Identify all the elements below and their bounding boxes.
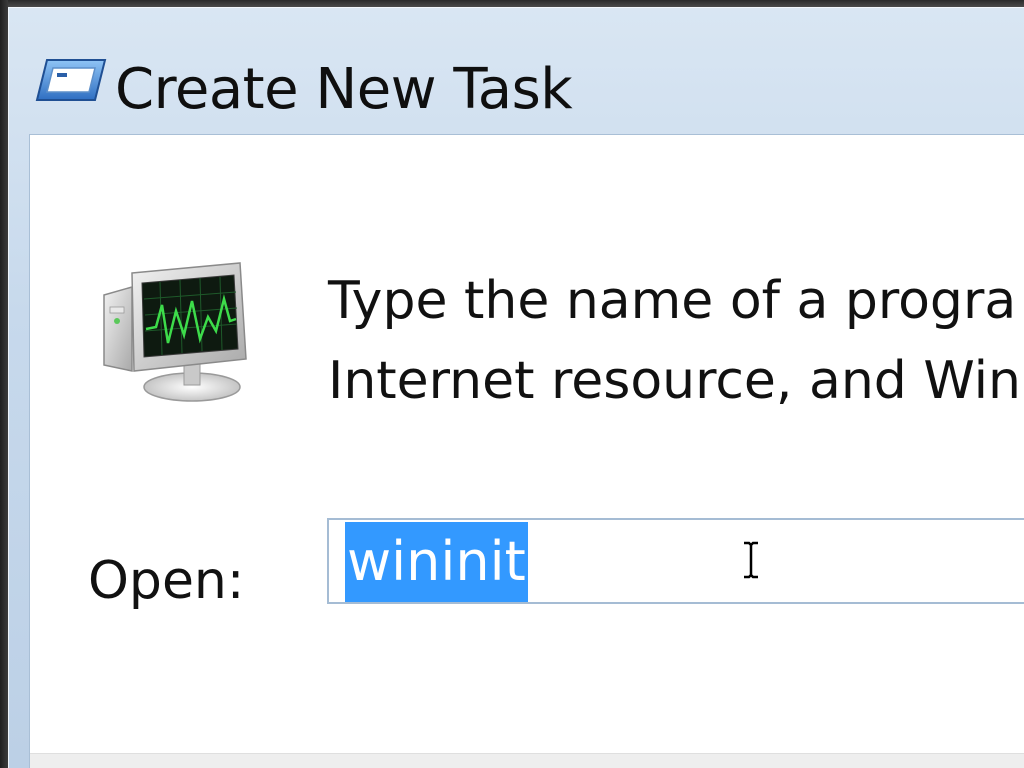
text-ibeam-cursor-icon — [741, 540, 761, 580]
title-bar[interactable]: Create New Task — [9, 8, 1024, 134]
open-label: Open: — [88, 551, 245, 611]
instruction-line-1: Type the name of a progra — [328, 271, 1017, 331]
open-input[interactable]: wininit — [327, 518, 1024, 604]
instruction-line-2: Internet resource, and Win — [328, 351, 1022, 411]
run-dialog-icon — [35, 59, 107, 101]
create-new-task-window: Create New Task Type the name of a progr… — [8, 7, 1024, 768]
open-input-selected-text[interactable]: wininit — [345, 522, 528, 602]
window-title: Create New Task — [115, 57, 573, 122]
window-edge-left — [0, 0, 8, 768]
button-area — [30, 753, 1024, 768]
instruction-text: Type the name of a progra Internet resou… — [328, 261, 1021, 421]
task-manager-monitor-icon — [103, 262, 247, 402]
screen: Create New Task Type the name of a progr… — [0, 0, 1024, 768]
window-edge-top — [0, 0, 1024, 7]
dialog-body: Type the name of a progra Internet resou… — [29, 134, 1024, 768]
